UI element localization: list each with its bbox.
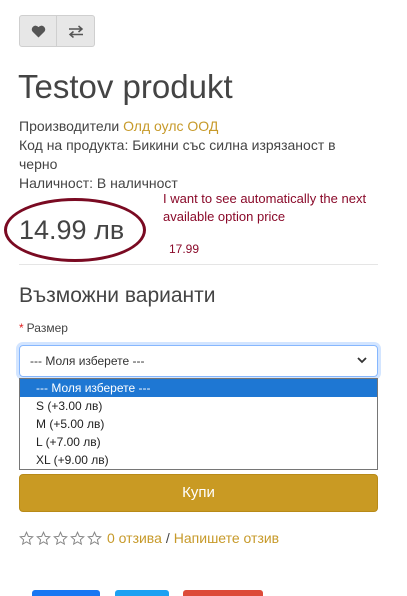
facebook-share-button[interactable]: [32, 590, 100, 596]
size-option-s[interactable]: S (+3.00 лв): [20, 397, 377, 415]
manufacturer-label: Производители: [19, 118, 120, 134]
star-icon: [87, 530, 102, 545]
star-icon: [70, 530, 85, 545]
reviews-separator: /: [165, 530, 170, 546]
product-info: Производители Олд оулс ООД Код на продук…: [19, 117, 374, 193]
wishlist-button[interactable]: [19, 15, 57, 47]
size-label: * Размер: [19, 321, 68, 335]
availability-value: В наличност: [96, 175, 178, 191]
annotation-circle: [4, 198, 146, 262]
manufacturer-line: Производители Олд оулс ООД: [19, 117, 374, 136]
rating-stars: [19, 530, 102, 546]
compare-button[interactable]: [57, 15, 95, 47]
buy-button[interactable]: Купи: [19, 474, 378, 512]
size-select[interactable]: --- Моля изберете ---: [19, 345, 378, 377]
product-code-line: Код на продукта: Бикини със силна изряза…: [19, 136, 374, 174]
required-mark: *: [19, 321, 24, 335]
product-actions: [19, 15, 95, 47]
variants-title: Възможни варианти: [19, 284, 216, 307]
manufacturer-link[interactable]: Олд оулс ООД: [123, 118, 218, 134]
exchange-icon: [68, 24, 83, 38]
star-icon: [53, 530, 68, 545]
product-title: Testov produkt: [18, 68, 233, 105]
size-option-placeholder[interactable]: --- Моля изберете ---: [20, 379, 377, 397]
star-icon: [19, 530, 34, 545]
availability-label: Наличност:: [19, 175, 93, 191]
heart-icon: [31, 25, 45, 38]
annotation-note: I want to see automatically the next ava…: [163, 191, 367, 224]
reviews-count-link[interactable]: 0 отзива: [107, 530, 162, 546]
size-option-m[interactable]: M (+5.00 лв): [20, 415, 377, 433]
size-label-text: Размер: [26, 321, 68, 335]
size-option-l[interactable]: L (+7.00 лв): [20, 433, 377, 451]
reviews: 0 отзива / Напишете отзив: [19, 530, 279, 546]
write-review-link[interactable]: Напишете отзив: [174, 530, 279, 546]
annotation-price: 17.99: [169, 242, 200, 256]
google-share-button[interactable]: [183, 590, 263, 596]
size-dropdown: --- Моля изберете --- S (+3.00 лв) M (+5…: [19, 378, 378, 470]
size-select-value: --- Моля изберете ---: [30, 354, 145, 368]
chevron-down-icon: [357, 357, 367, 364]
size-option-xl[interactable]: XL (+9.00 лв): [20, 451, 377, 469]
twitter-share-button[interactable]: [115, 590, 169, 596]
star-icon: [36, 530, 51, 545]
divider: [19, 264, 378, 265]
code-label: Код на продукта:: [19, 137, 129, 153]
